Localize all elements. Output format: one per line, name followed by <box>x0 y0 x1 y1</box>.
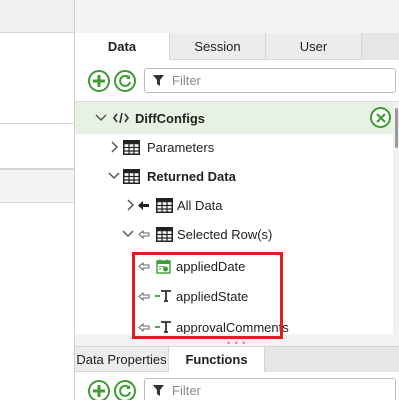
left-pane <box>0 0 74 400</box>
tree-root-diffconfigs[interactable]: DiffConfigs <box>75 102 393 134</box>
tree-item-label: appliedState <box>176 288 249 304</box>
tree-item-returned-data[interactable]: Returned Data <box>75 162 393 190</box>
add-button[interactable] <box>88 380 110 400</box>
funnel-icon <box>153 75 164 86</box>
funnel-icon <box>153 385 164 396</box>
tree-item-label: All Data <box>177 197 223 213</box>
data-toolbar: Filter <box>75 60 399 102</box>
filter-input[interactable]: Filter <box>144 68 396 93</box>
arrow-left-outline-icon <box>138 322 150 332</box>
arrow-left-outline-icon <box>138 291 150 301</box>
close-icon <box>375 112 386 123</box>
functions-filter-input[interactable]: Filter <box>144 378 396 400</box>
plus-icon <box>93 75 105 87</box>
left-pane-section <box>0 169 74 203</box>
tree-item-applieddate[interactable]: appliedDate <box>75 252 393 280</box>
data-tree: DiffConfigs Parameters Returned Data All… <box>75 102 399 334</box>
arrow-left-outline-icon <box>138 229 150 239</box>
table-icon <box>156 226 173 242</box>
table-icon <box>123 168 140 184</box>
calendar-icon <box>156 259 171 274</box>
filter-placeholder: Filter <box>172 73 201 88</box>
tab-data-properties[interactable]: Data Properties <box>75 347 169 372</box>
arrow-left-icon <box>138 200 149 210</box>
chevron-down-icon[interactable] <box>122 228 134 240</box>
tab-data[interactable]: Data <box>75 33 170 60</box>
tree-item-selected-rows[interactable]: Selected Row(s) <box>75 220 393 248</box>
tree-item-label: appliedDate <box>176 258 246 274</box>
left-pane-header <box>0 0 74 33</box>
tree-item-label: Selected Row(s) <box>177 226 273 242</box>
panel-tabs: Data Session User <box>75 33 399 60</box>
text-field-icon <box>155 320 173 334</box>
functions-toolbar: Filter <box>75 372 399 400</box>
chevron-down-icon[interactable] <box>95 112 107 124</box>
tree-root-label: DiffConfigs <box>135 110 206 126</box>
left-pane-section <box>0 33 74 124</box>
code-tag-icon <box>113 112 129 124</box>
tab-functions[interactable]: Functions <box>169 347 265 372</box>
tree-item-all-data[interactable]: All Data <box>75 191 393 219</box>
text-field-icon <box>155 289 173 303</box>
tab-bar-filler <box>362 33 399 60</box>
tree-item-approvalcomments[interactable]: approvalComments <box>75 313 393 334</box>
chevron-right-icon[interactable] <box>125 199 137 211</box>
bottom-tabs: Data Properties Functions <box>75 346 399 372</box>
table-icon <box>156 197 173 213</box>
left-pane-section <box>0 124 74 169</box>
tree-scrollbar-thumb[interactable] <box>395 108 398 148</box>
tab-session[interactable]: Session <box>170 33 266 60</box>
add-button[interactable] <box>88 70 110 92</box>
tree-item-label: Returned Data <box>147 168 236 184</box>
refresh-icon <box>119 74 131 87</box>
chevron-down-icon[interactable] <box>108 170 120 182</box>
tab-user[interactable]: User <box>266 33 362 60</box>
table-icon <box>123 139 140 155</box>
chevron-right-icon[interactable] <box>109 141 121 153</box>
plus-icon <box>93 385 105 397</box>
tree-item-label: approvalComments <box>176 319 289 335</box>
tab-bar-filler <box>265 347 399 372</box>
refresh-icon <box>119 384 131 397</box>
filter-placeholder: Filter <box>172 383 201 398</box>
tree-item-label: Parameters <box>147 139 215 155</box>
data-panel: Data Session User Filter DiffConfigs Par… <box>75 0 399 400</box>
refresh-button[interactable] <box>114 380 136 400</box>
close-root-button[interactable] <box>370 107 391 128</box>
arrow-left-outline-icon <box>138 261 150 271</box>
refresh-button[interactable] <box>114 70 136 92</box>
tree-item-parameters[interactable]: Parameters <box>75 133 393 161</box>
tree-item-appliedstate[interactable]: appliedState <box>75 282 393 310</box>
